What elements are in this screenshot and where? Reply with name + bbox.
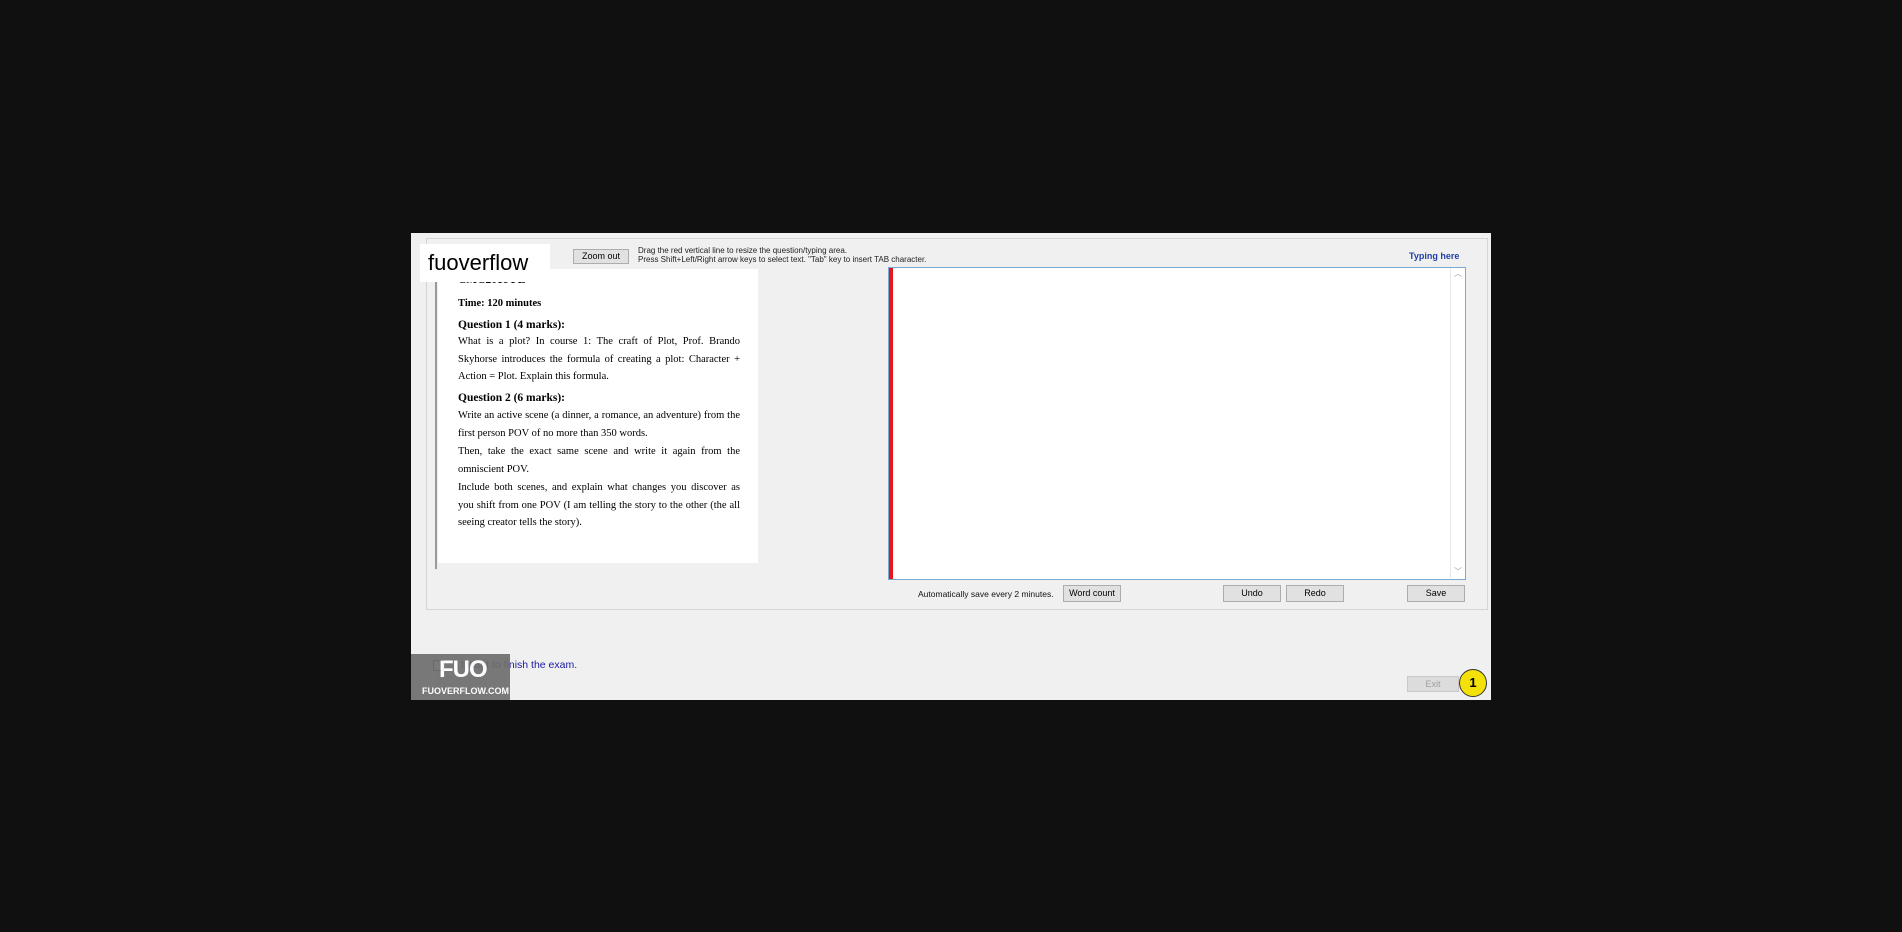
step-badge: 1 <box>1459 669 1487 697</box>
typing-here-label: Typing here <box>1409 251 1460 261</box>
question-2-title: Question 2 (6 marks): <box>458 392 566 404</box>
zoom-out-button[interactable]: Zoom out <box>573 249 629 264</box>
resize-divider[interactable] <box>889 268 893 579</box>
exam-window: Zoom out Drag the red vertical line to r… <box>411 233 1491 700</box>
logo-site: FUOVERFLOW.COM <box>422 686 509 696</box>
scroll-down-icon[interactable]: ﹀ <box>1454 566 1462 577</box>
redo-button[interactable]: Redo <box>1286 585 1344 602</box>
autosave-text: Automatically save every 2 minutes. <box>918 589 1054 599</box>
fuoverflow-logo: FUO FUOVERFLOW.COM <box>411 654 510 700</box>
undo-button[interactable]: Undo <box>1223 585 1281 602</box>
question-2-para-2: Then, take the exact same scene and writ… <box>458 446 740 475</box>
question-2-para-3: Include both scenes, and explain what ch… <box>458 482 740 528</box>
save-button[interactable]: Save <box>1407 585 1465 602</box>
question-1-title: Question 1 (4 marks): <box>458 319 566 331</box>
logo-text: FUO <box>439 656 488 683</box>
fuoverflow-watermark: fuoverflow <box>420 244 550 282</box>
word-count-button[interactable]: Word count <box>1063 585 1121 602</box>
question-1-body: What is a plot? In course 1: The craft o… <box>458 336 740 382</box>
resize-hint: Drag the red vertical line to resize the… <box>638 246 848 255</box>
scroll-up-icon[interactable]: ︿ <box>1454 268 1462 279</box>
shortcut-hint: Press Shift+Left/Right arrow keys to sel… <box>638 255 927 264</box>
question-2-para-1: Write an active scene (a dinner, a roman… <box>458 410 740 439</box>
answer-textarea[interactable] <box>888 267 1466 580</box>
exam-time: Time: 120 minutes <box>458 298 542 309</box>
exit-button[interactable]: Exit <box>1407 676 1459 692</box>
question-page: CMC201c FE Time: 120 minutes Question 1 … <box>438 269 758 563</box>
answer-scrollbar[interactable]: ︿ ﹀ <box>1450 268 1464 578</box>
